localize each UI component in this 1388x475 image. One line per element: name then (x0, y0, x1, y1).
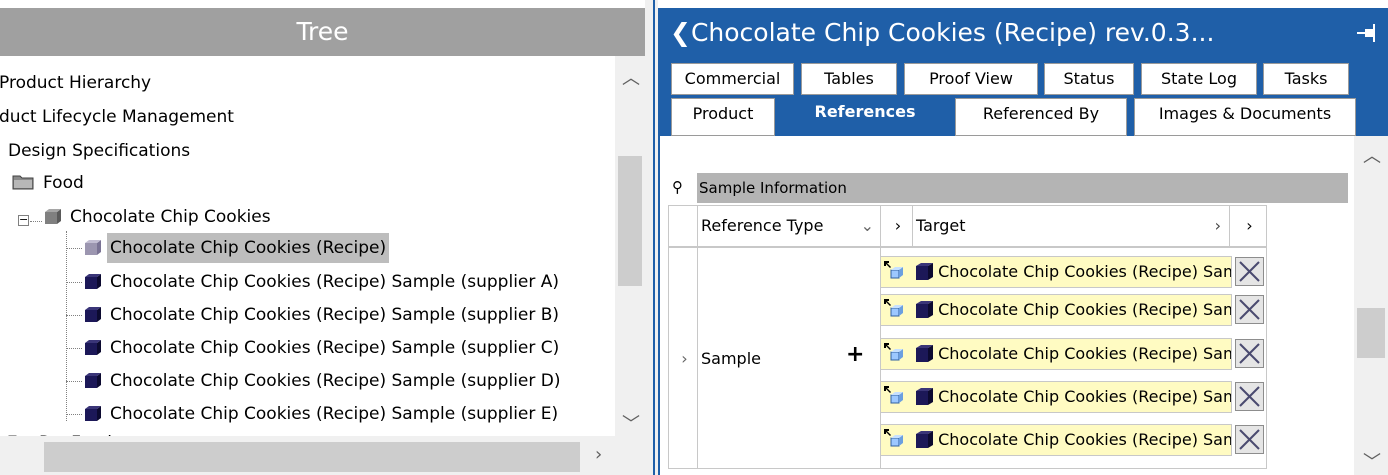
tree-item-sample-b[interactable]: Chocolate Chip Cookies (Recipe) Sample (… (82, 300, 562, 330)
target-row[interactable]: Chocolate Chip Cookies (Recipe) Sample (… (880, 338, 1232, 370)
tree-item-sample-a[interactable]: Chocolate Chip Cookies (Recipe) Sample (… (82, 267, 562, 297)
tree-item-sample-d[interactable]: Chocolate Chip Cookies (Recipe) Sample (… (82, 366, 564, 396)
tree-item-product-hierarchy[interactable]: Product Hierarchy (0, 68, 154, 98)
remove-reference-button[interactable] (1235, 425, 1264, 454)
sample-icon (85, 373, 101, 388)
tree-connector (66, 348, 82, 349)
tab-proof-view[interactable]: Proof View (904, 63, 1038, 95)
remove-reference-button[interactable] (1235, 295, 1264, 324)
scroll-down-icon[interactable]: ﹀ (1363, 448, 1381, 474)
column-header-reference-type[interactable]: Reference Type ⌄ (697, 205, 881, 247)
sample-icon (916, 301, 934, 318)
remove-reference-button[interactable] (1235, 382, 1264, 411)
scroll-up-icon[interactable]: ︿ (1363, 142, 1381, 168)
remove-reference-button[interactable] (1235, 339, 1264, 368)
pin-icon[interactable]: ⚲ (672, 178, 683, 196)
remove-reference-button[interactable] (1235, 257, 1264, 286)
recipe-icon (85, 240, 101, 255)
tree-vertical-scroll-thumb[interactable] (618, 156, 642, 286)
tab-product[interactable]: Product (671, 98, 775, 136)
tab-status[interactable]: Status (1044, 63, 1134, 95)
tab-referenced-by[interactable]: Referenced By (955, 98, 1127, 136)
scroll-down-icon[interactable]: ﹀ (622, 410, 640, 436)
sample-icon (85, 307, 101, 322)
target-row[interactable]: Chocolate Chip Cookies (Recipe) Sample (… (880, 294, 1232, 326)
column-expand-button[interactable]: › (1229, 205, 1267, 247)
tree-connector (66, 282, 82, 283)
tab-images-documents[interactable]: Images & Documents (1134, 98, 1356, 136)
tree-view: ems Product Hierarchy duct Lifecycle Man… (0, 56, 615, 436)
tree-connector (66, 381, 82, 382)
detail-vertical-scroll-thumb[interactable] (1357, 308, 1385, 358)
collapse-toggle[interactable]: − (18, 214, 29, 226)
reference-link-icon (884, 386, 903, 404)
detail-title: Chocolate Chip Cookies (Recipe) rev.0.3.… (690, 18, 1215, 47)
tree-item-clipped[interactable]: ems (0, 56, 25, 58)
back-icon[interactable]: ❮ (670, 18, 691, 47)
tab-tasks[interactable]: Tasks (1263, 63, 1349, 95)
tree-connector (66, 248, 82, 249)
reference-link-icon (884, 261, 903, 279)
panel-splitter[interactable] (645, 0, 658, 475)
sample-icon (916, 345, 934, 362)
tree-connector (66, 231, 67, 421)
tab-state-log[interactable]: State Log (1141, 63, 1257, 95)
tree-panel-title: Tree (0, 8, 645, 56)
target-row[interactable]: Chocolate Chip Cookies (Recipe) Sample (… (880, 256, 1232, 288)
tree-item-recipe[interactable]: Chocolate Chip Cookies (Recipe) (82, 233, 390, 263)
tree-panel: Tree ems Product Hierarchy duct Lifecycl… (0, 0, 645, 475)
section-header: Sample Information (697, 173, 1348, 203)
tree-connector (66, 315, 82, 316)
chevron-down-icon[interactable]: ⌄ (861, 206, 874, 246)
sample-icon (916, 431, 934, 448)
tree-item-plm[interactable]: duct Lifecycle Management (0, 102, 237, 132)
add-reference-button[interactable]: + (846, 342, 864, 367)
detail-title-bar: ❮Chocolate Chip Cookies (Recipe) rev.0.3… (658, 8, 1388, 58)
row-selector-header (668, 205, 698, 247)
chevron-right-icon[interactable]: › (1215, 206, 1221, 246)
tree-item-chocolate-chip-cookies[interactable]: Chocolate Chip Cookies (42, 202, 274, 232)
column-expand-button[interactable]: › (880, 205, 913, 247)
column-header-target[interactable]: Target › (912, 205, 1230, 247)
sample-icon (916, 388, 934, 405)
tree-connector (66, 414, 82, 415)
pin-icon[interactable] (1355, 18, 1379, 48)
tree-item-sample-e[interactable]: Chocolate Chip Cookies (Recipe) Sample (… (82, 399, 561, 429)
row-expand-button[interactable]: › (668, 247, 698, 469)
target-row[interactable]: Chocolate Chip Cookies (Recipe) Sample (… (880, 424, 1232, 456)
target-row[interactable]: Chocolate Chip Cookies (Recipe) Sample (… (880, 381, 1232, 413)
tree-horizontal-scroll-thumb[interactable] (44, 442, 580, 472)
sample-icon (85, 340, 101, 355)
tree-item-food[interactable]: Food (12, 168, 87, 198)
tab-commercial[interactable]: Commercial (671, 63, 794, 95)
product-icon (45, 209, 61, 224)
tree-item-design-specifications[interactable]: Design Specifications (5, 136, 193, 166)
tree-connector (30, 221, 42, 222)
sample-icon (85, 406, 101, 421)
tab-tables[interactable]: Tables (801, 63, 897, 95)
folder-icon (12, 175, 34, 190)
detail-vertical-scrollbar[interactable] (1354, 136, 1388, 475)
tree-item-sample-c[interactable]: Chocolate Chip Cookies (Recipe) Sample (… (82, 333, 562, 363)
section-title: Sample Information (699, 179, 847, 197)
tab-references[interactable]: References (782, 96, 948, 136)
sample-icon (916, 263, 934, 280)
tree-item-pet-food[interactable]: Pet Food (8, 428, 115, 436)
reference-link-icon (884, 299, 903, 317)
tab-bar: Commercial Tables Proof View Status Stat… (658, 58, 1388, 136)
panel-border (653, 0, 655, 475)
sample-icon (85, 274, 101, 289)
scroll-up-icon[interactable]: ︿ (622, 64, 640, 90)
reference-link-icon (884, 429, 903, 447)
scroll-right-icon[interactable]: › (595, 444, 602, 465)
reference-link-icon (884, 343, 903, 361)
